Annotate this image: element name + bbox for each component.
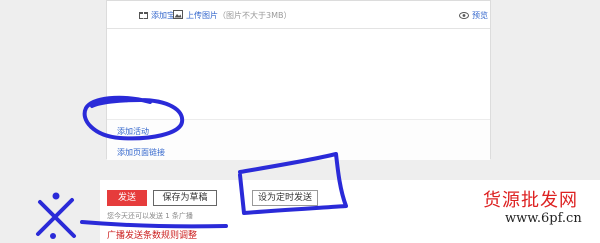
annotation-circle-add-activity	[82, 95, 185, 141]
annotation-box-scheduled-send	[238, 152, 348, 215]
annotation-dot	[50, 233, 56, 239]
annotation-dot	[52, 192, 60, 200]
annotation-marks	[36, 95, 348, 239]
annotation-x-mark	[36, 198, 76, 238]
annotation-underline	[80, 220, 228, 229]
